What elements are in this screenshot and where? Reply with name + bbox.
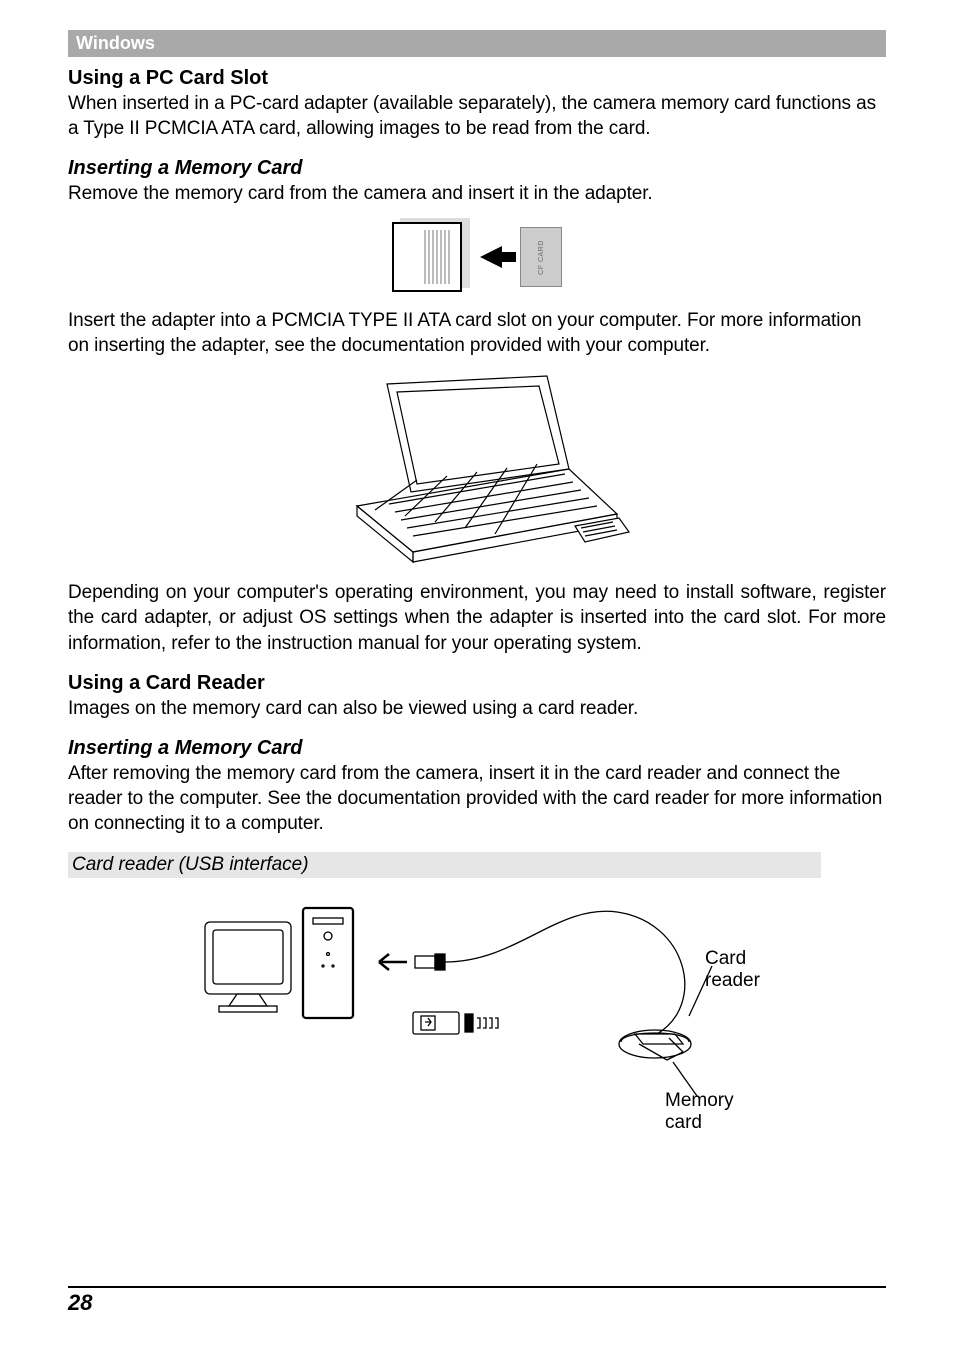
cf-card-icon: CF CARD [520,227,562,287]
heading-pc-card-slot: Using a PC Card Slot [68,67,886,90]
paragraph: Insert the adapter into a PCMCIA TYPE II… [68,308,886,358]
paragraph: Depending on your computer's operating e… [68,580,886,655]
paragraph: After removing the memory card from the … [68,761,886,836]
label-card-reader: Card reader [705,948,760,992]
figure-caption: Card reader (USB interface) [68,852,821,878]
paragraph: Remove the memory card from the camera a… [68,181,886,206]
label-memory-card: Memory card [665,1090,757,1134]
pc-card-adapter-icon [392,222,462,292]
page-number: 28 [68,1290,92,1315]
paragraph: Images on the memory card can also be vi… [68,696,886,721]
figure-usb-card-reader: Card reader Memory card [68,886,886,1104]
figure-adapter-insert: CF CARD [68,222,886,292]
subheading-inserting-memory-card: Inserting a Memory Card [68,157,886,180]
arrow-left-icon [480,246,502,268]
section-header-bar: Windows [68,30,886,57]
figure-laptop-slot [68,374,886,564]
subheading-inserting-memory-card-2: Inserting a Memory Card [68,737,886,760]
page-footer: 28 [68,1286,886,1316]
laptop-icon [317,374,637,564]
cf-card-label: CF CARD [538,240,545,275]
heading-card-reader: Using a Card Reader [68,672,886,695]
paragraph: When inserted in a PC-card adapter (avai… [68,91,886,141]
